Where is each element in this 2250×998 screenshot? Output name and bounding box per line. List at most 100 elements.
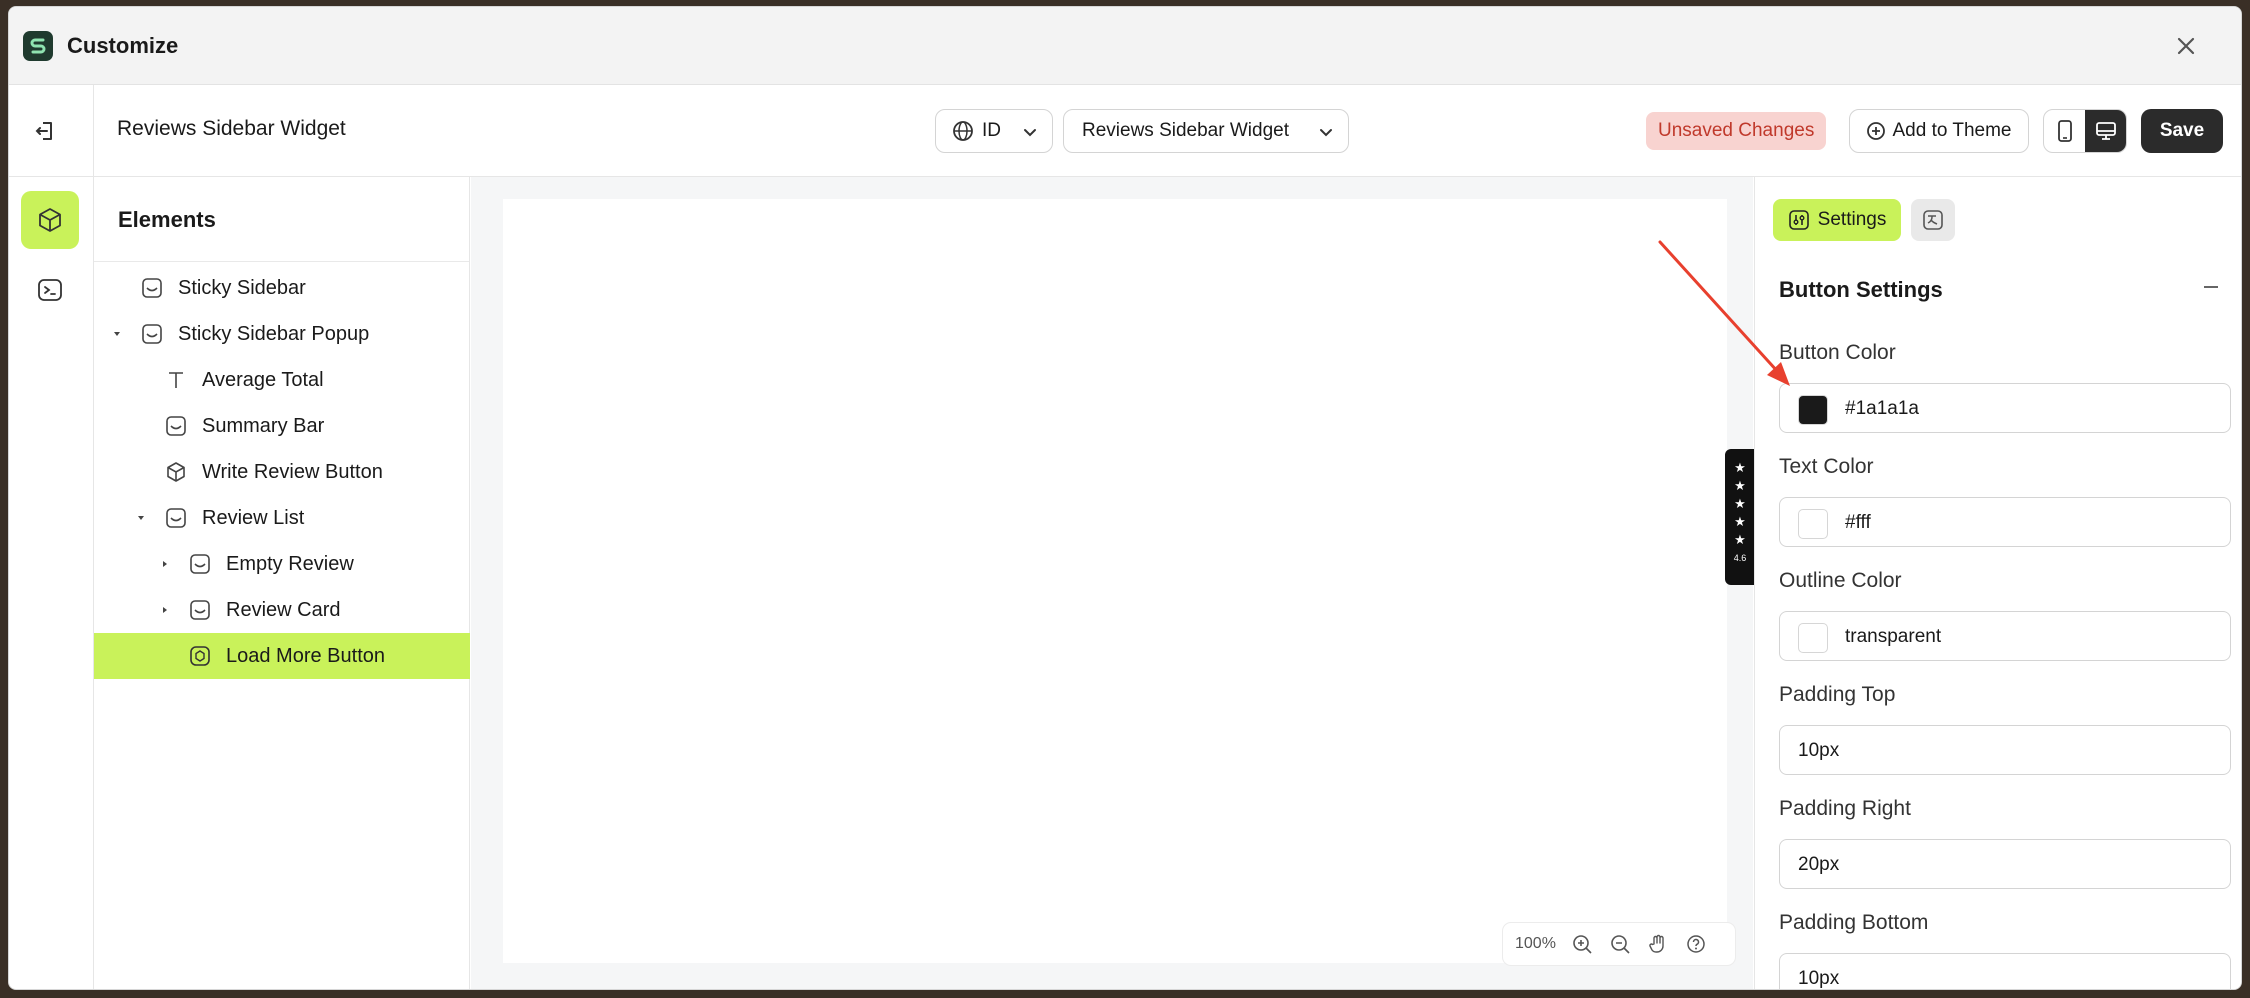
star-icon: ★ [1734, 532, 1746, 547]
cube-icon [167, 462, 185, 482]
tree-item-summary-bar[interactable]: Summary Bar [94, 403, 470, 449]
button-color-field[interactable]: #1a1a1a [1779, 383, 2231, 433]
editor-header: Reviews Sidebar Widget ID Reviews Sideba… [9, 85, 2241, 177]
padding-top-input[interactable]: 10px [1779, 725, 2231, 775]
hand-icon [1649, 934, 1664, 953]
add-to-theme-button[interactable]: Add to Theme [1849, 109, 2029, 153]
zoom-out-icon [1611, 935, 1630, 954]
language-select[interactable]: ID [935, 109, 1053, 153]
tree-item-write-review-button[interactable]: Write Review Button [94, 449, 470, 495]
translate-icon [1923, 210, 1943, 230]
code-rail-button[interactable] [21, 261, 79, 319]
tree-item-label: Summary Bar [202, 415, 325, 437]
app-logo-icon [23, 31, 53, 61]
preview-canvas[interactable]: ★ ★ ★ ★ ★ 4.6 100% [503, 199, 1755, 965]
outline-color-field[interactable]: transparent [1779, 611, 2231, 661]
section-icon [166, 508, 186, 528]
zoom-in-button[interactable] [1570, 932, 1594, 956]
tree-item-sticky-sidebar[interactable]: Sticky Sidebar [94, 265, 470, 311]
padding-bottom-label: Padding Bottom [1779, 911, 1929, 934]
padding-top-label: Padding Top [1779, 683, 1896, 706]
globe-icon [953, 121, 973, 141]
caret-down-icon[interactable] [136, 513, 146, 523]
close-icon[interactable] [2171, 31, 2201, 61]
rating-value: 4.6 [1733, 553, 1747, 563]
customize-window: Customize Reviews Sidebar Widget ID Revi… [8, 6, 2242, 990]
tree-item-label: Average Total [202, 369, 324, 391]
reviews-sidebar-tab[interactable]: ★ ★ ★ ★ ★ 4.6 [1725, 449, 1755, 585]
sliders-icon [1788, 210, 1809, 230]
save-button[interactable]: Save [2141, 109, 2223, 153]
elements-rail-button[interactable] [21, 191, 79, 249]
section-icon [166, 416, 186, 436]
caret-down-icon[interactable] [112, 329, 122, 339]
tree-item-review-card[interactable]: Review Card [94, 587, 470, 633]
zoom-toolbar: 100% [1503, 923, 1735, 965]
chevron-down-icon [1320, 129, 1332, 137]
star-icon: ★ [1734, 460, 1746, 475]
section-icon [142, 278, 162, 298]
tree-item-label: Review List [202, 507, 305, 529]
terminal-icon [38, 279, 62, 301]
canvas-area: ★ ★ ★ ★ ★ 4.6 100% [471, 177, 1755, 989]
tree-item-load-more-button[interactable]: Load More Button [94, 633, 470, 679]
help-button[interactable] [1684, 932, 1708, 956]
tree-item-review-list[interactable]: Review List [94, 495, 470, 541]
button-color-swatch[interactable] [1798, 395, 1828, 425]
tab-settings[interactable]: Settings [1773, 199, 1901, 241]
elements-panel: Elements Sticky Sidebar Sticky Sidebar P… [94, 177, 470, 989]
caret-right-icon[interactable] [160, 605, 170, 615]
tree-item-label: Review Card [226, 599, 341, 621]
button-element-icon [190, 646, 210, 666]
pan-button[interactable] [1646, 932, 1670, 956]
page-title: Reviews Sidebar Widget [117, 117, 346, 140]
star-icon: ★ [1734, 514, 1746, 529]
add-to-theme-label: Add to Theme [1892, 120, 2012, 141]
text-color-label: Text Color [1779, 455, 1874, 478]
chevron-down-icon [1024, 129, 1036, 137]
text-color-swatch[interactable] [1798, 509, 1828, 539]
padding-right-value: 20px [1798, 854, 1840, 875]
caret-right-icon[interactable] [160, 559, 170, 569]
language-value: ID [982, 120, 1001, 141]
device-toggle [2043, 109, 2127, 153]
desktop-view-button[interactable] [2085, 110, 2126, 152]
cube-icon [39, 208, 61, 232]
padding-bottom-value: 10px [1798, 968, 1840, 989]
mobile-icon [2057, 120, 2072, 142]
tree-item-sticky-sidebar-popup[interactable]: Sticky Sidebar Popup [94, 311, 470, 357]
tree-item-empty-review[interactable]: Empty Review [94, 541, 470, 587]
padding-right-input[interactable]: 20px [1779, 839, 2231, 889]
tree-item-average-total[interactable]: Average Total [94, 357, 470, 403]
padding-top-value: 10px [1798, 740, 1840, 761]
outline-color-label: Outline Color [1779, 569, 1902, 592]
desktop-icon [2095, 122, 2116, 140]
mobile-view-button[interactable] [2044, 110, 2085, 152]
text-color-field[interactable]: #fff [1779, 497, 2231, 547]
unsaved-changes-badge: Unsaved Changes [1646, 112, 1827, 150]
zoom-level: 100% [1515, 935, 1556, 952]
padding-right-label: Padding Right [1779, 797, 1911, 820]
section-title: Button Settings [1779, 277, 1943, 302]
elements-panel-title: Elements [118, 207, 216, 232]
zoom-out-button[interactable] [1608, 932, 1632, 956]
section-icon [190, 554, 210, 574]
tab-settings-label: Settings [1817, 209, 1887, 230]
tab-translate[interactable] [1911, 199, 1955, 241]
tree-item-label: Empty Review [226, 553, 354, 575]
settings-panel: Settings Button Settings Button Color #1… [1754, 177, 2241, 989]
section-icon [142, 324, 162, 344]
button-color-label: Button Color [1779, 341, 1896, 364]
section-icon [190, 600, 210, 620]
collapse-icon[interactable] [2199, 275, 2223, 299]
widget-select-value: Reviews Sidebar Widget [1082, 120, 1289, 141]
exit-icon[interactable] [31, 115, 63, 147]
tree-item-label: Sticky Sidebar Popup [178, 323, 370, 345]
plus-circle-icon [1867, 122, 1886, 140]
tree-item-label: Load More Button [226, 645, 385, 667]
padding-bottom-input[interactable]: 10px [1779, 953, 2231, 989]
star-icon: ★ [1734, 496, 1746, 511]
widget-select[interactable]: Reviews Sidebar Widget [1063, 109, 1349, 153]
button-color-value: #1a1a1a [1845, 398, 1919, 419]
outline-color-swatch[interactable] [1798, 623, 1828, 653]
